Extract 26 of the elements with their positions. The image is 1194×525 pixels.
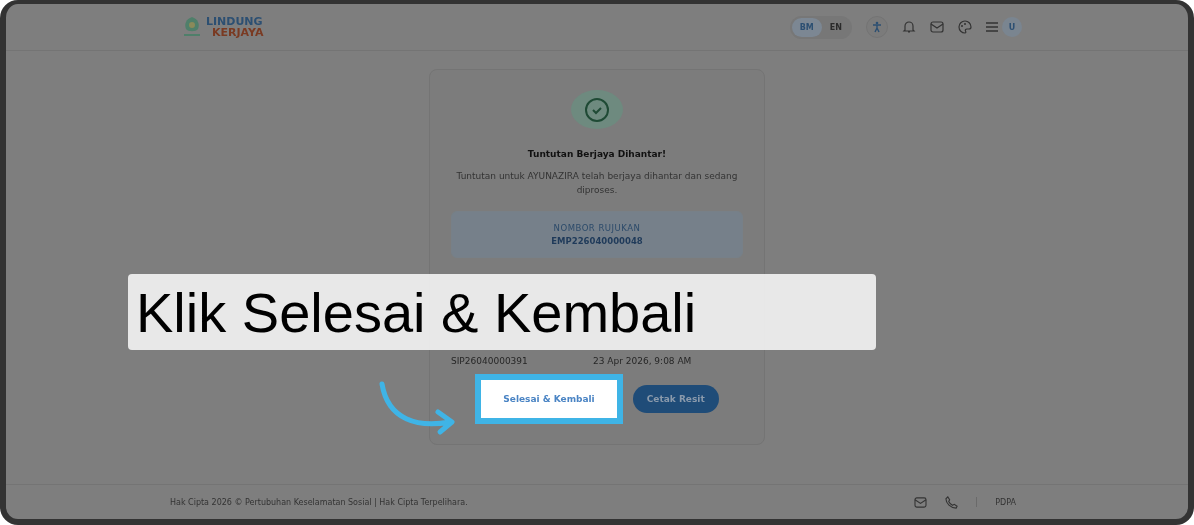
accessibility-icon[interactable] <box>866 16 888 38</box>
logo-text: KERJAYA <box>211 27 264 38</box>
detail-value: SIP26040000391 <box>451 356 529 366</box>
mail-icon[interactable] <box>930 21 944 33</box>
check-circle-icon <box>571 90 623 129</box>
menu-icon[interactable] <box>986 22 998 32</box>
success-title: Tuntutan Berjaya Dihantar! <box>527 149 667 159</box>
caption-overlay: Klik Selesai & Kembali <box>128 274 876 350</box>
logo-text: LINDUNG <box>206 16 264 27</box>
emblem-icon <box>182 16 202 38</box>
reference-label: NOMBOR RUJUKAN <box>553 223 641 233</box>
bell-icon[interactable] <box>902 20 916 34</box>
phone-icon[interactable] <box>945 495 959 509</box>
reference-number: EMP226040000048 <box>551 236 643 246</box>
finish-button[interactable]: Selesai & Kembali <box>475 374 623 424</box>
arrow-icon <box>378 380 458 436</box>
print-button[interactable]: Cetak Resit <box>632 385 719 413</box>
pdpa-link[interactable]: PDPA <box>995 497 1016 507</box>
success-message: Tuntutan untuk AYUNAZIRA telah berjaya dihantar dan sedang diproses. <box>455 170 739 197</box>
palette-icon[interactable] <box>958 20 972 34</box>
mail-icon[interactable] <box>914 496 928 508</box>
copyright-text: Hak Cipta 2026 © Pertubuhan Keselamatan Sosial | Hak Cipta Terpelihara. <box>170 497 468 507</box>
language-option[interactable]: BM <box>791 17 822 37</box>
avatar[interactable]: U <box>1002 17 1022 37</box>
detail-value: 23 Apr 2026, 9:08 AM <box>593 356 693 366</box>
language-option[interactable]: EN <box>821 17 850 37</box>
